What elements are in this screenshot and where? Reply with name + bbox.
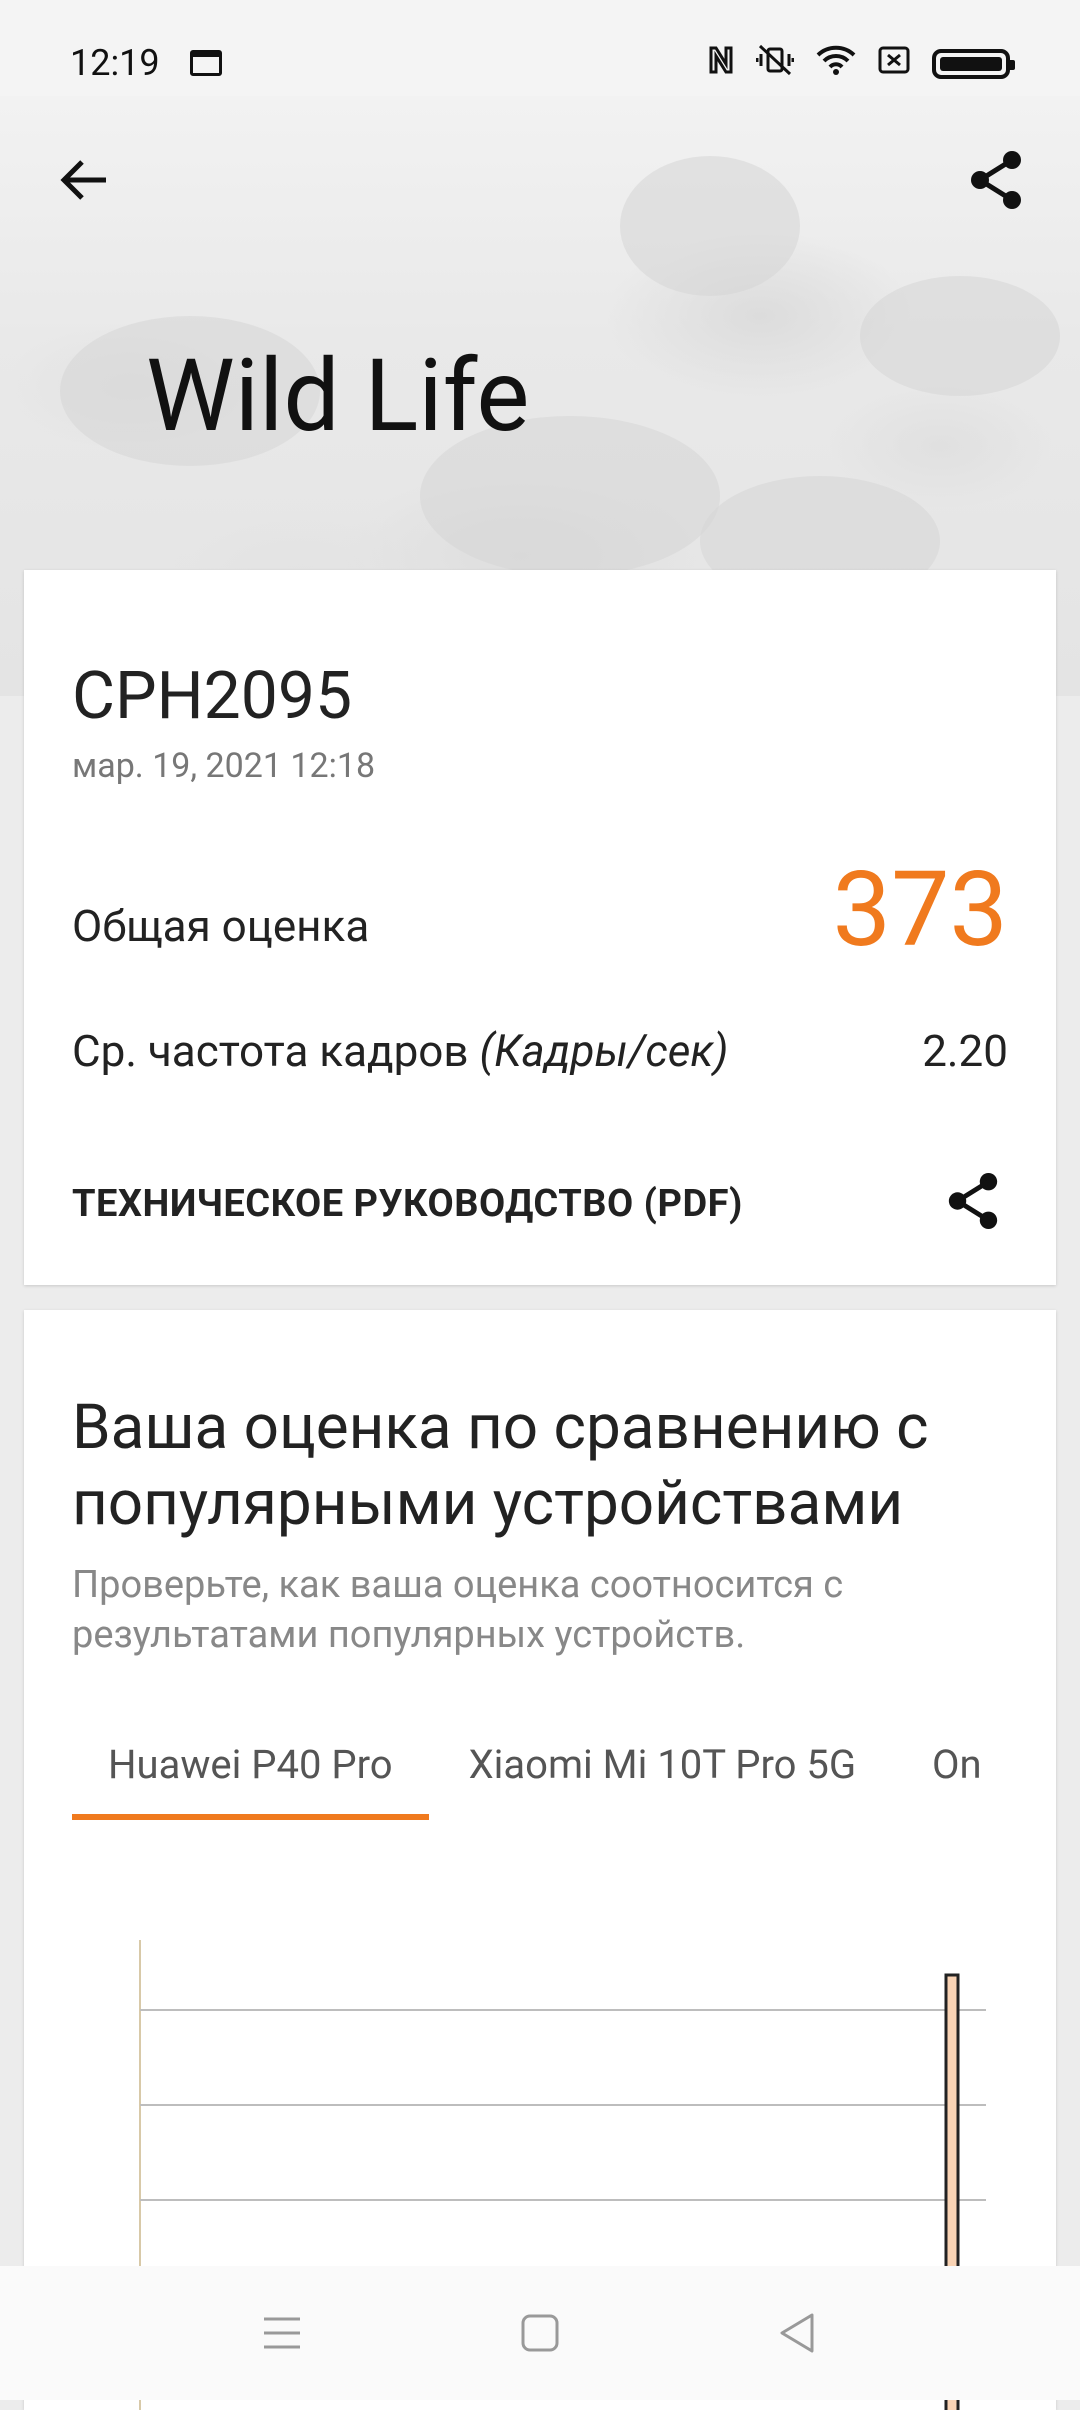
hero-rock bbox=[620, 156, 800, 296]
comparison-subtitle: Проверьте, как ваша оценка соотносится с… bbox=[72, 1563, 844, 1657]
battery-icon bbox=[932, 49, 1015, 79]
device-name: CPH2095 bbox=[72, 658, 353, 735]
back-nav-button[interactable] bbox=[716, 2266, 876, 2400]
status-time: 12:19 bbox=[70, 42, 160, 84]
tab-partial[interactable]: On bbox=[896, 1730, 1018, 1820]
share-icon bbox=[971, 151, 1021, 209]
overall-score-value: 373 bbox=[832, 850, 1008, 971]
result-date: мар. 19, 2021 12:18 bbox=[72, 746, 376, 786]
home-icon bbox=[521, 2314, 559, 2352]
result-card: CPH2095 мар. 19, 2021 12:18 Общая оценка… bbox=[24, 570, 1056, 1285]
avg-fps-value: 2.20 bbox=[922, 1025, 1008, 1077]
device-tabs: Huawei P40 Pro Xiaomi Mi 10T Pro 5G On bbox=[72, 1730, 1032, 1820]
avg-fps-label: Ср. частота кадров (Кадры/сек) bbox=[72, 1025, 728, 1077]
tab-huawei-p40-pro[interactable]: Huawei P40 Pro bbox=[72, 1730, 429, 1820]
technical-guide-link[interactable]: ТЕХНИЧЕСКОЕ РУКОВОДСТВО (PDF) bbox=[72, 1182, 743, 1226]
back-button[interactable] bbox=[44, 140, 124, 220]
wifi-icon bbox=[816, 44, 856, 84]
overall-score-label: Общая оценка bbox=[72, 900, 370, 952]
home-button[interactable] bbox=[460, 2266, 620, 2400]
avg-fps-label-text: Ср. частота кадров bbox=[72, 1025, 469, 1077]
vibrate-off-icon bbox=[755, 44, 795, 84]
share-button[interactable] bbox=[956, 140, 1036, 220]
avg-fps-unit: (Кадры/сек) bbox=[479, 1025, 729, 1077]
comparison-card: Ваша оценка по сравнению с популярными у… bbox=[24, 1310, 1056, 2410]
hero-rock bbox=[860, 276, 1060, 396]
nfc-icon bbox=[708, 45, 734, 83]
system-nav-bar bbox=[0, 2266, 1080, 2400]
page-title: Wild Life bbox=[146, 338, 530, 455]
back-triangle-icon bbox=[780, 2313, 814, 2353]
share-icon bbox=[948, 1172, 998, 1230]
calendar-icon bbox=[190, 50, 222, 76]
status-icons bbox=[708, 44, 1015, 84]
guide-share-button[interactable] bbox=[938, 1166, 1008, 1236]
status-bar: 12:19 bbox=[0, 0, 1080, 96]
sim-icon bbox=[878, 46, 910, 82]
comparison-title: Ваша оценка по сравнению с популярными у… bbox=[72, 1391, 929, 1540]
menu-button[interactable] bbox=[202, 2266, 362, 2400]
menu-icon bbox=[264, 2317, 300, 2349]
tab-xiaomi-mi-10t-pro[interactable]: Xiaomi Mi 10T Pro 5G bbox=[433, 1730, 893, 1820]
back-arrow-icon bbox=[60, 160, 106, 200]
